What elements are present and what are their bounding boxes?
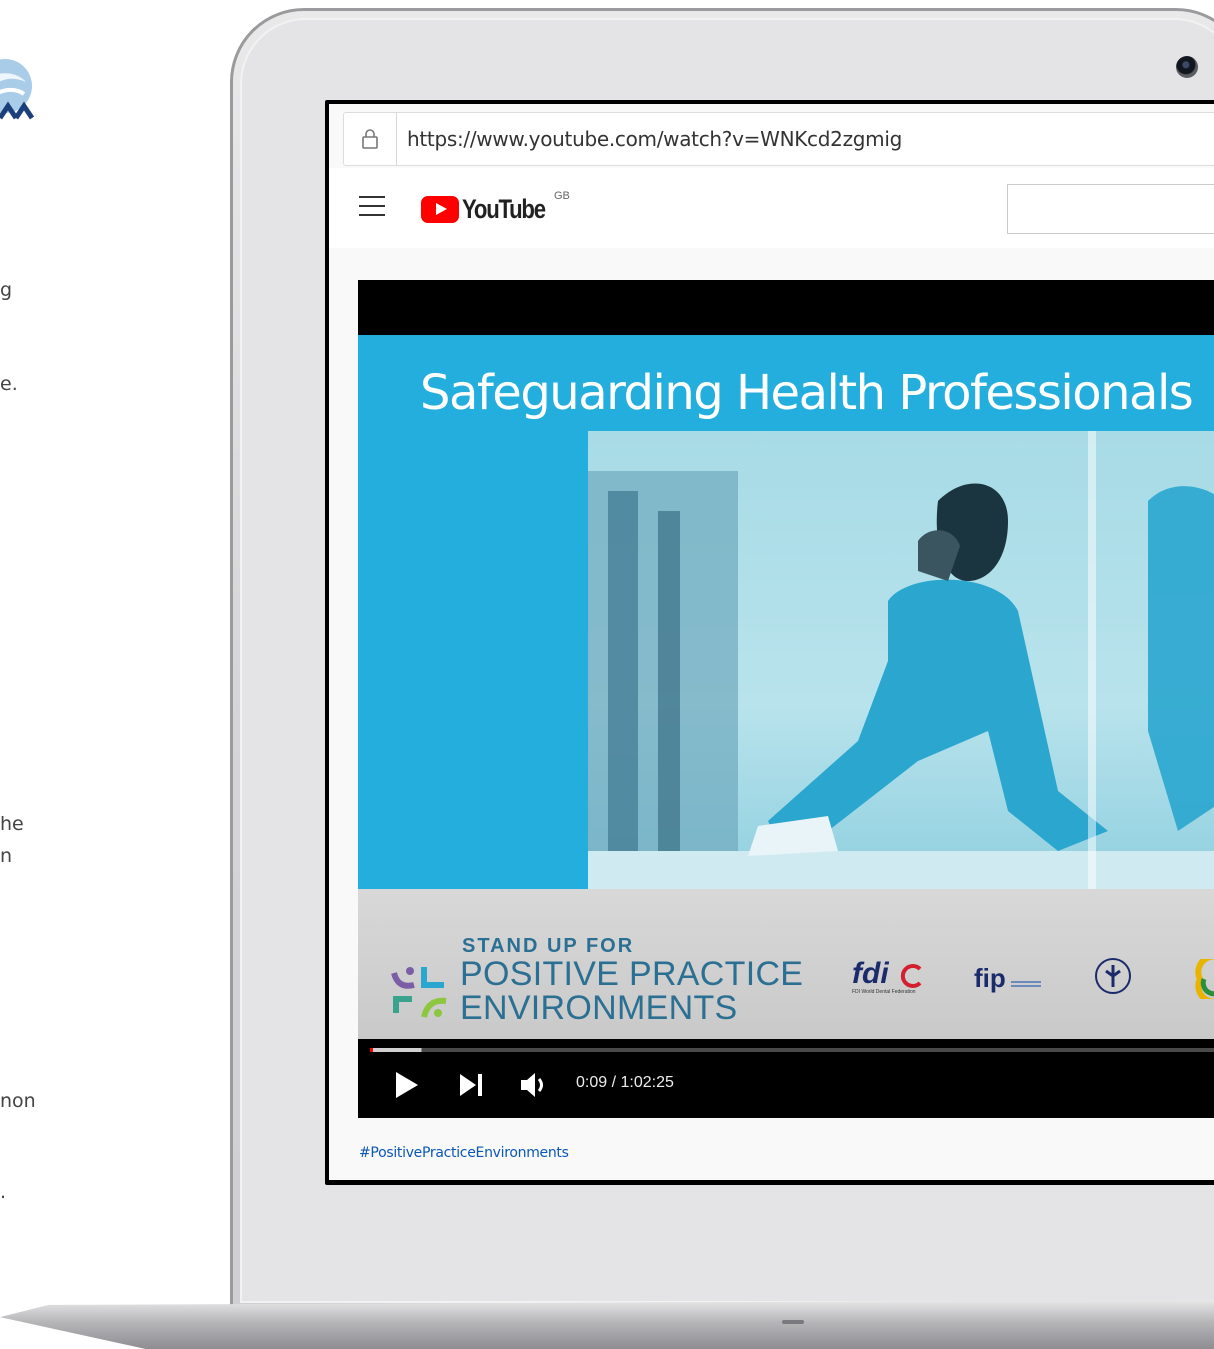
- player-controls: 0:09 / 1:02:25: [358, 1052, 1214, 1118]
- search-input[interactable]: [1007, 184, 1214, 234]
- url-text[interactable]: https://www.youtube.com/watch?v=WNKcd2zg…: [397, 127, 902, 151]
- fip-lines-icon: [1011, 981, 1041, 987]
- nurse-photo: [588, 431, 1214, 889]
- youtube-header: YouTube GB: [329, 168, 1214, 248]
- time-display: 0:09 / 1:02:25: [576, 1074, 674, 1091]
- volume-icon[interactable]: [521, 1072, 549, 1098]
- left-text-fragment: e.: [0, 373, 18, 395]
- campaign-banner: STAND UP FOR POSITIVE PRACTICE ENVIRONME…: [358, 889, 1214, 1039]
- browser-viewport: https://www.youtube.com/watch?v=WNKcd2zg…: [329, 104, 1214, 1180]
- youtube-logo[interactable]: YouTube GB: [421, 190, 570, 225]
- left-text-fragment: non: [0, 1090, 36, 1112]
- hashtag-link[interactable]: #PositivePracticeEnvironments: [359, 1145, 569, 1161]
- video-player[interactable]: Safeguarding Health Professionals STAND …: [358, 280, 1214, 1118]
- next-icon[interactable]: [460, 1074, 484, 1096]
- webcam-icon: [1176, 56, 1198, 78]
- region-code: GB: [554, 190, 570, 202]
- left-text-fragment: .: [0, 1181, 7, 1203]
- fdi-logo: fdi: [852, 957, 889, 990]
- youtube-wordmark: YouTube: [462, 194, 546, 224]
- left-text-fragment: g: [0, 279, 13, 301]
- partner-logo-icon: [1195, 959, 1214, 999]
- play-icon[interactable]: [396, 1072, 418, 1098]
- fdi-swoosh-icon: [900, 964, 922, 988]
- fdi-logo-sub: FDI World Dental Federation: [852, 989, 916, 995]
- ppe-logo-icon: [391, 967, 447, 1018]
- slide-title: Safeguarding Health Professionals: [420, 365, 1194, 421]
- campaign-title-line1: POSITIVE PRACTICE: [460, 955, 804, 993]
- campaign-title: POSITIVE PRACTICE ENVIRONMENTS: [460, 957, 803, 1025]
- video-frame: Safeguarding Health Professionals: [358, 335, 1214, 889]
- laptop-base: [0, 1300, 1214, 1349]
- left-text-fragment: n: [0, 845, 13, 867]
- organization-logo: [0, 59, 35, 120]
- fip-logo: fip: [974, 963, 1006, 993]
- campaign-title-line2: ENVIRONMENTS: [460, 989, 738, 1027]
- youtube-play-icon: [421, 196, 459, 223]
- hamburger-menu-icon[interactable]: [359, 196, 385, 218]
- lock-icon: [344, 113, 397, 165]
- address-bar[interactable]: https://www.youtube.com/watch?v=WNKcd2zg…: [343, 112, 1214, 166]
- laptop-notch: [782, 1320, 804, 1324]
- medical-emblem-icon: [1095, 958, 1131, 994]
- left-text-fragment: he: [0, 813, 24, 835]
